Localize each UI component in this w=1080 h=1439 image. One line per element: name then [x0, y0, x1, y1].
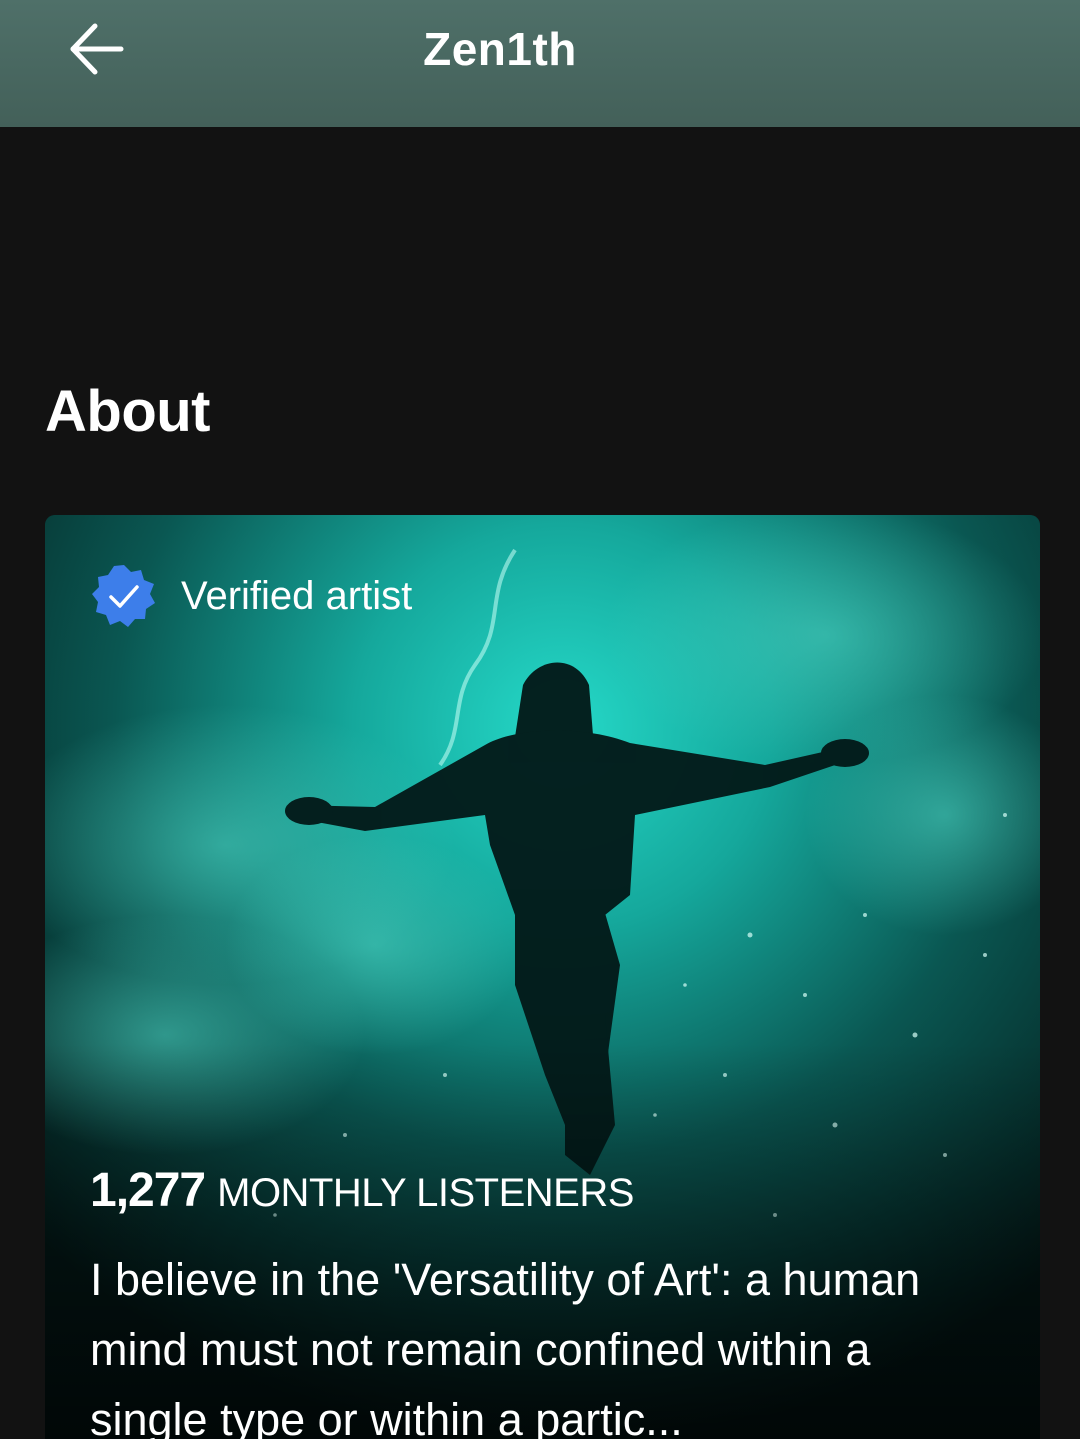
- top-bar: Zen1th: [0, 0, 1080, 127]
- artist-bio: I believe in the 'Versatility of Art': a…: [90, 1254, 921, 1439]
- verified-artist-label: Verified artist: [181, 573, 413, 618]
- about-card[interactable]: Verified artist 1,277 MONTHLY LISTENERS I…: [45, 515, 1040, 1439]
- monthly-listeners-label: MONTHLY LISTENERS: [217, 1171, 634, 1215]
- verified-artist-row: Verified artist: [91, 563, 412, 629]
- monthly-listeners: 1,277 MONTHLY LISTENERS: [90, 1163, 634, 1218]
- monthly-listeners-count: 1,277: [90, 1164, 206, 1217]
- page-title: Zen1th: [423, 23, 577, 75]
- artist-about-page: Zen1th About Verified artist 1,277 MONTH…: [0, 0, 1080, 1439]
- verified-badge-icon: [92, 565, 155, 627]
- about-heading: About: [45, 379, 211, 444]
